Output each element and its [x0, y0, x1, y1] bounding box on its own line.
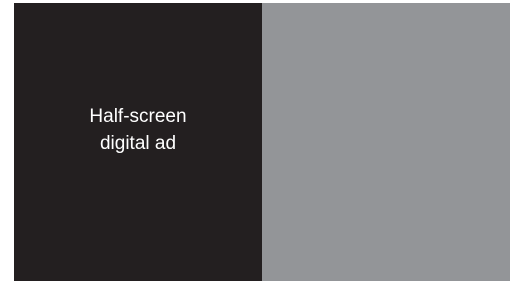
ad-label-line-2: digital ad [99, 133, 177, 154]
ad-label: Half-screen digital ad [89, 103, 186, 157]
content-panel [262, 3, 510, 281]
half-screen-ad-panel: Half-screen digital ad [14, 3, 262, 281]
screen-frame: Half-screen digital ad [14, 3, 510, 281]
ad-label-line-1: Half-screen [89, 106, 187, 127]
